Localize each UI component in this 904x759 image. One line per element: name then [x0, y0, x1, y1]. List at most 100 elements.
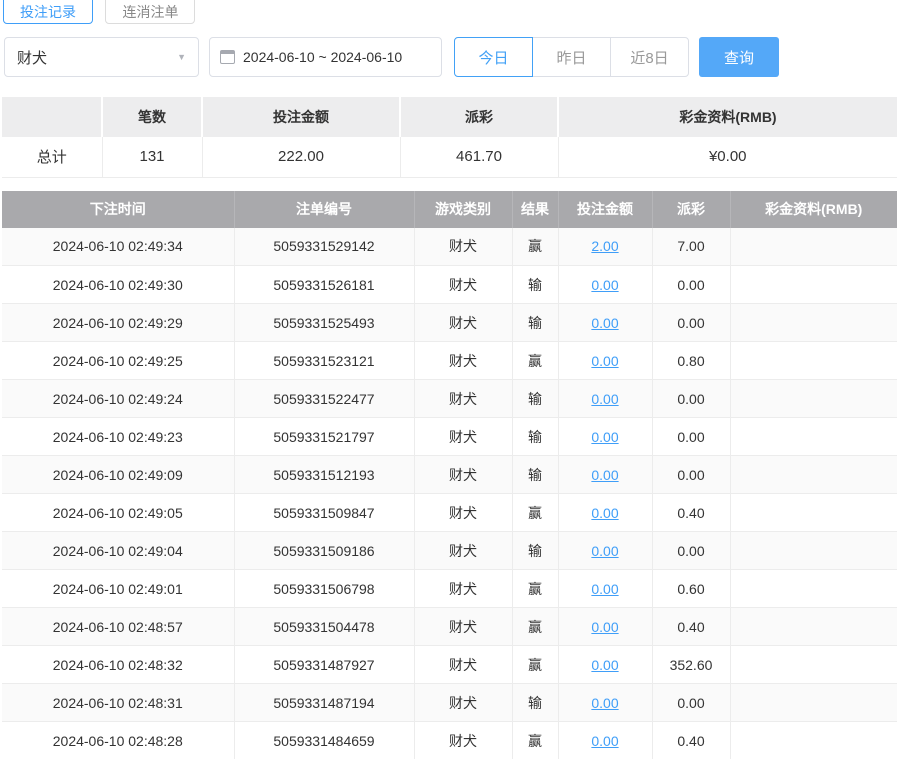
payout: 0.40 — [652, 494, 730, 532]
calendar-icon — [220, 50, 235, 64]
bet-time: 2024-06-10 02:49:30 — [2, 266, 234, 304]
bet-time: 2024-06-10 02:49:24 — [2, 380, 234, 418]
summary-total-label: 总计 — [2, 137, 102, 177]
summary-table: 笔数 投注金额 派彩 彩金资料(RMB) 总计 131 222.00 461.7… — [2, 97, 897, 178]
date-range-value: 2024-06-10 ~ 2024-06-10 — [243, 49, 402, 65]
bonus — [730, 418, 897, 456]
table-row: 2024-06-10 02:49:25 5059331523121 财犬 赢 0… — [2, 342, 897, 380]
table-row: 2024-06-10 02:48:32 5059331487927 财犬 赢 0… — [2, 646, 897, 684]
order-id: 5059331484659 — [234, 722, 414, 759]
summary-header-count: 笔数 — [102, 97, 202, 137]
result: 赢 — [512, 494, 558, 532]
bet-amount-cell: 0.00 — [558, 380, 652, 418]
order-id: 5059331522477 — [234, 380, 414, 418]
game-type: 财犬 — [414, 342, 512, 380]
result: 赢 — [512, 228, 558, 266]
bet-amount-cell: 0.00 — [558, 342, 652, 380]
order-id: 5059331526181 — [234, 266, 414, 304]
result: 赢 — [512, 722, 558, 759]
chevron-down-icon: ▼ — [177, 52, 186, 62]
payout: 0.00 — [652, 418, 730, 456]
bet-amount-link[interactable]: 0.00 — [591, 391, 618, 407]
bet-amount-link[interactable]: 0.00 — [591, 505, 618, 521]
date-range-input[interactable]: 2024-06-10 ~ 2024-06-10 — [209, 37, 442, 77]
bet-amount-link[interactable]: 0.00 — [591, 467, 618, 483]
bonus — [730, 456, 897, 494]
search-button[interactable]: 查询 — [699, 37, 779, 77]
payout: 0.00 — [652, 532, 730, 570]
table-row: 2024-06-10 02:48:28 5059331484659 财犬 赢 0… — [2, 722, 897, 759]
summary-header-bet: 投注金额 — [202, 97, 400, 137]
bonus — [730, 570, 897, 608]
game-select[interactable]: 财犬 ▼ — [4, 37, 199, 77]
game-type: 财犬 — [414, 570, 512, 608]
order-id: 5059331521797 — [234, 418, 414, 456]
bet-amount-cell: 0.00 — [558, 494, 652, 532]
col-header-time: 下注时间 — [2, 191, 234, 228]
payout: 352.60 — [652, 646, 730, 684]
tab-bet-records[interactable]: 投注记录 — [3, 0, 93, 24]
table-row: 2024-06-10 02:49:04 5059331509186 财犬 输 0… — [2, 532, 897, 570]
bonus — [730, 266, 897, 304]
bonus — [730, 342, 897, 380]
summary-header-bonus: 彩金资料(RMB) — [558, 97, 897, 137]
col-header-result: 结果 — [512, 191, 558, 228]
bet-amount-cell: 2.00 — [558, 228, 652, 266]
summary-count-value: 131 — [102, 137, 202, 177]
bet-amount-link[interactable]: 0.00 — [591, 353, 618, 369]
payout: 0.00 — [652, 304, 730, 342]
summary-payout-value: 461.70 — [400, 137, 558, 177]
payout: 0.40 — [652, 722, 730, 759]
summary-row: 总计 131 222.00 461.70 ¥0.00 — [2, 137, 897, 177]
payout: 0.00 — [652, 380, 730, 418]
result: 赢 — [512, 342, 558, 380]
table-row: 2024-06-10 02:49:09 5059331512193 财犬 输 0… — [2, 456, 897, 494]
bet-amount-cell: 0.00 — [558, 646, 652, 684]
tab-cancelled-orders[interactable]: 连消注单 — [105, 0, 195, 24]
table-row: 2024-06-10 02:48:57 5059331504478 财犬 赢 0… — [2, 608, 897, 646]
result: 输 — [512, 266, 558, 304]
result: 输 — [512, 380, 558, 418]
game-select-value: 财犬 — [17, 47, 47, 68]
bet-amount-link[interactable]: 0.00 — [591, 277, 618, 293]
game-type: 财犬 — [414, 228, 512, 266]
bonus — [730, 532, 897, 570]
bet-amount-link[interactable]: 0.00 — [591, 619, 618, 635]
bet-amount-link[interactable]: 0.00 — [591, 657, 618, 673]
table-row: 2024-06-10 02:49:23 5059331521797 财犬 输 0… — [2, 418, 897, 456]
col-header-bonus: 彩金资料(RMB) — [730, 191, 897, 228]
last8days-button[interactable]: 近8日 — [610, 37, 689, 77]
game-type: 财犬 — [414, 684, 512, 722]
result: 输 — [512, 418, 558, 456]
bet-amount-link[interactable]: 0.00 — [591, 581, 618, 597]
filter-bar: 财犬 ▼ 2024-06-10 ~ 2024-06-10 今日 昨日 近8日 查… — [4, 37, 904, 77]
bet-amount-link[interactable]: 0.00 — [591, 429, 618, 445]
bet-time: 2024-06-10 02:48:57 — [2, 608, 234, 646]
game-type: 财犬 — [414, 456, 512, 494]
bet-time: 2024-06-10 02:49:34 — [2, 228, 234, 266]
bonus — [730, 304, 897, 342]
today-button[interactable]: 今日 — [454, 37, 533, 77]
bet-amount-link[interactable]: 0.00 — [591, 733, 618, 749]
result: 赢 — [512, 608, 558, 646]
table-row: 2024-06-10 02:49:24 5059331522477 财犬 输 0… — [2, 380, 897, 418]
bet-amount-cell: 0.00 — [558, 532, 652, 570]
bet-records-table: 下注时间 注单编号 游戏类别 结果 投注金额 派彩 彩金资料(RMB) 2024… — [2, 191, 897, 759]
result: 输 — [512, 456, 558, 494]
bet-time: 2024-06-10 02:49:25 — [2, 342, 234, 380]
bet-amount-link[interactable]: 0.00 — [591, 315, 618, 331]
table-row: 2024-06-10 02:49:05 5059331509847 财犬 赢 0… — [2, 494, 897, 532]
bet-table-body: 2024-06-10 02:49:34 5059331529142 财犬 赢 2… — [2, 228, 897, 759]
bet-time: 2024-06-10 02:49:04 — [2, 532, 234, 570]
bet-amount-link[interactable]: 2.00 — [591, 238, 618, 254]
game-type: 财犬 — [414, 266, 512, 304]
order-id: 5059331487194 — [234, 684, 414, 722]
bet-amount-link[interactable]: 0.00 — [591, 695, 618, 711]
order-id: 5059331487927 — [234, 646, 414, 684]
bet-amount-link[interactable]: 0.00 — [591, 543, 618, 559]
bonus — [730, 608, 897, 646]
bet-amount-cell: 0.00 — [558, 266, 652, 304]
payout: 0.60 — [652, 570, 730, 608]
yesterday-button[interactable]: 昨日 — [532, 37, 611, 77]
payout: 0.00 — [652, 266, 730, 304]
